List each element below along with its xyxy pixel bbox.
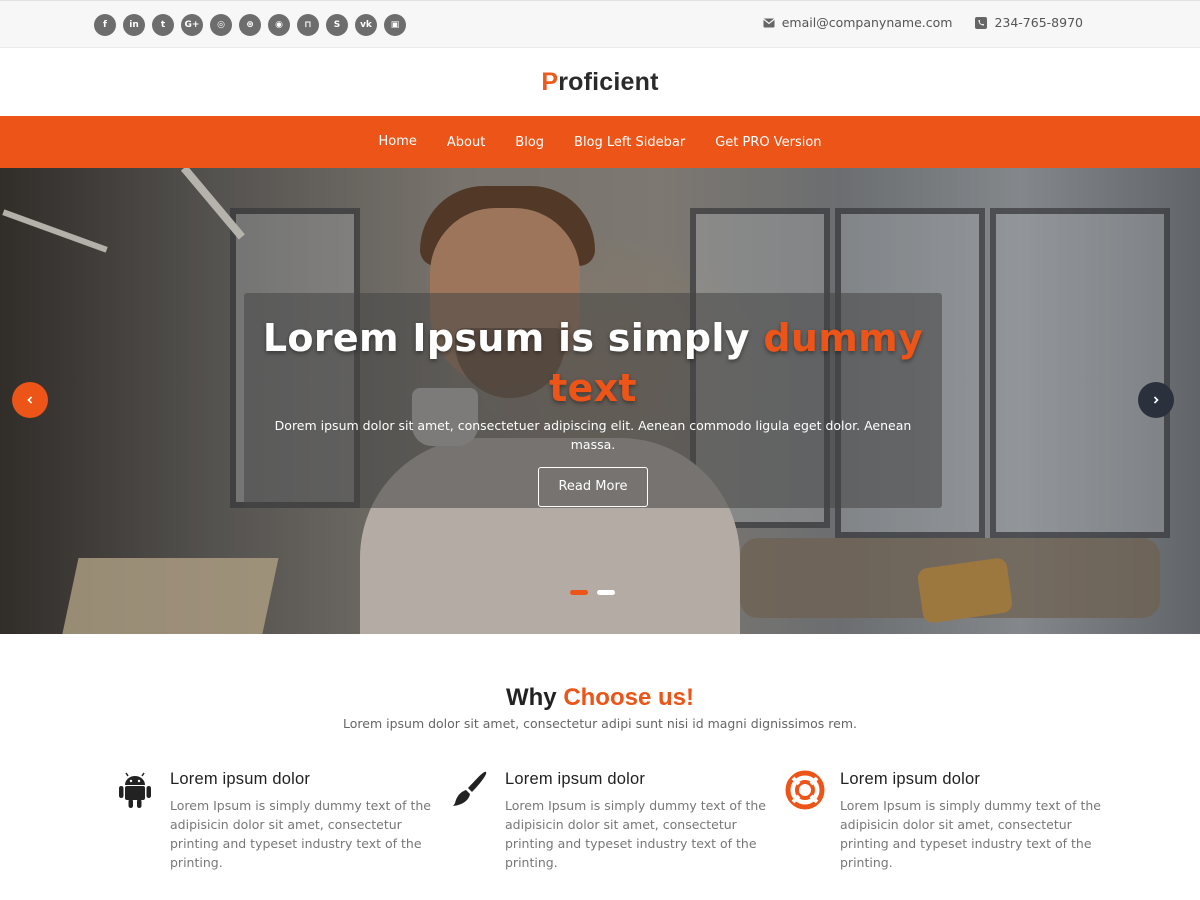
logo-first-letter: P	[541, 68, 559, 96]
phone-text[interactable]: 234-765-8970	[994, 15, 1083, 30]
why-title-accent: Choose us!	[563, 684, 694, 711]
slider-dot-2[interactable]	[597, 590, 615, 595]
skype-icon[interactable]: S	[326, 14, 348, 36]
feature-text: Lorem Ipsum is simply dummy text of the …	[505, 798, 766, 870]
site-header: Proficient	[0, 48, 1200, 116]
why-title: Why Choose us!	[0, 684, 1200, 712]
slider-pagination	[570, 590, 615, 595]
envelope-icon	[762, 16, 776, 30]
facebook-icon[interactable]: f	[94, 14, 116, 36]
twitter-icon[interactable]: t	[152, 14, 174, 36]
feature-text: Lorem Ipsum is simply dummy text of the …	[170, 798, 431, 870]
github-icon[interactable]: ◉	[268, 14, 290, 36]
slide-caption: Lorem Ipsum is simply dummy text Dorem i…	[244, 293, 942, 508]
email-text[interactable]: email@companyname.com	[782, 15, 953, 30]
feature-title: Lorem ipsum dolor	[840, 770, 981, 788]
phone-icon	[974, 16, 988, 30]
chevron-left-icon	[27, 396, 33, 404]
xing-icon[interactable]: ▣	[384, 14, 406, 36]
google-plus-icon[interactable]: G+	[181, 14, 203, 36]
top-bar: f in t G+ ◎ ⊛ ◉ ⊓ S vk ▣ email@companyna…	[0, 0, 1200, 48]
nav-item-blog-left-sidebar[interactable]: Blog Left Sidebar	[574, 135, 685, 150]
logo-rest: roficient	[558, 68, 659, 96]
instagram-icon[interactable]: ◎	[210, 14, 232, 36]
feature-text: Lorem Ipsum is simply dummy text of the …	[840, 798, 1101, 870]
linkedin-icon[interactable]: in	[123, 14, 145, 36]
nav-item-blog[interactable]: Blog	[515, 135, 544, 150]
dribbble-icon[interactable]: ⊛	[239, 14, 261, 36]
why-title-plain: Why	[505, 684, 564, 711]
feature-title: Lorem ipsum dolor	[170, 770, 311, 788]
nav-item-get-pro[interactable]: Get PRO Version	[715, 135, 821, 150]
slider-prev-button[interactable]	[12, 382, 48, 418]
nav-item-about[interactable]: About	[447, 135, 485, 150]
slide-description: Dorem ipsum dolor sit amet, consectetuer…	[274, 418, 912, 452]
site-logo[interactable]: Proficient	[0, 68, 1200, 97]
nav-item-home[interactable]: Home	[378, 134, 416, 149]
android-icon	[115, 770, 155, 810]
hero-slider: Lorem Ipsum is simply dummy text Dorem i…	[0, 168, 1200, 634]
chevron-right-icon	[1153, 396, 1159, 404]
slide-title: Lorem Ipsum is simply dummy text	[244, 313, 942, 413]
social-links: f in t G+ ◎ ⊛ ◉ ⊓ S vk ▣	[94, 14, 406, 36]
slider-dot-1[interactable]	[570, 590, 588, 595]
vk-icon[interactable]: vk	[355, 14, 377, 36]
main-nav: Home About Blog Blog Left Sidebar Get PR…	[0, 116, 1200, 168]
read-more-button[interactable]: Read More	[538, 467, 648, 507]
contact-info: email@companyname.com 234-765-8970	[762, 15, 1083, 30]
lifebuoy-icon	[785, 770, 825, 810]
feature-title: Lorem ipsum dolor	[505, 770, 646, 788]
why-subtitle: Lorem ipsum dolor sit amet, consectetur …	[343, 716, 857, 731]
slider-next-button[interactable]	[1138, 382, 1174, 418]
slide-title-plain: Lorem Ipsum is simply	[262, 316, 764, 360]
paintbrush-icon	[450, 770, 490, 810]
foursquare-icon[interactable]: ⊓	[297, 14, 319, 36]
